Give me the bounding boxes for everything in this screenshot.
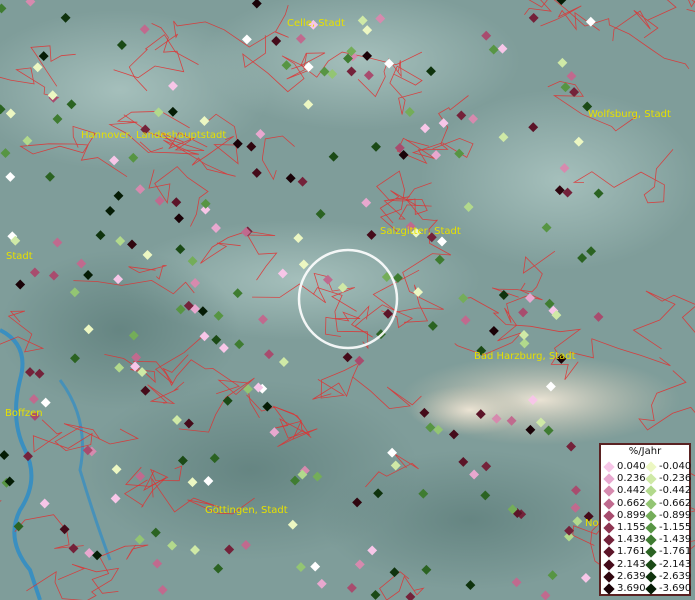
legend-swatch xyxy=(645,534,657,546)
legend-value: -1.439 xyxy=(659,534,692,546)
legend-swatch xyxy=(603,534,615,546)
legend-swatch xyxy=(645,510,657,522)
city-label: Bad Harzburg, Stadt xyxy=(474,351,576,362)
legend-value: 1.439 xyxy=(617,534,646,546)
legend-swatch xyxy=(603,497,615,510)
legend-swatch xyxy=(603,485,615,498)
legend-swatch xyxy=(645,583,657,595)
city-label: Celle, Stadt xyxy=(287,18,345,29)
legend-swatch xyxy=(645,473,657,485)
legend-swatch xyxy=(645,571,657,583)
legend-value: 0.899 xyxy=(617,509,646,521)
legend-value: 0.662 xyxy=(617,497,646,509)
legend: %/Jahr 0.040 -0.040 0.236 -0.236 0.442 -0.442… xyxy=(599,443,691,596)
legend-swatch xyxy=(603,558,615,571)
legend-value: 2.143 xyxy=(617,558,646,570)
legend-swatch xyxy=(645,485,657,498)
legend-swatch xyxy=(603,461,615,473)
legend-value: 2.639 xyxy=(617,570,646,582)
legend-value: -0.040 xyxy=(659,461,692,472)
legend-value: -0.662 xyxy=(659,497,692,509)
legend-swatch xyxy=(603,510,615,522)
legend-value: -2.639 xyxy=(659,570,692,582)
city-label: Göttingen, Stadt xyxy=(205,505,288,516)
legend-swatch xyxy=(645,461,657,473)
legend-swatch xyxy=(645,546,657,559)
city-label: Hannover, Landeshauptstadt xyxy=(81,130,227,141)
legend-value: -0.442 xyxy=(659,485,692,497)
city-label: Boffzen xyxy=(5,408,43,419)
legend-swatch xyxy=(603,473,615,485)
legend-swatch xyxy=(603,546,615,559)
legend-swatch xyxy=(603,571,615,583)
legend-value: -3.690 xyxy=(659,583,692,594)
legend-value: 0.442 xyxy=(617,485,646,497)
legend-value: 0.236 xyxy=(617,473,646,485)
legend-swatch xyxy=(645,522,657,534)
city-label: Stadt xyxy=(6,251,33,262)
terrain-basemap xyxy=(0,0,695,600)
legend-swatch xyxy=(645,497,657,510)
legend-value: -2.143 xyxy=(659,558,692,570)
legend-title: %/Jahr xyxy=(628,446,662,457)
legend-swatch xyxy=(645,558,657,571)
legend-value: 0.040 xyxy=(617,461,646,472)
legend-swatch xyxy=(603,583,615,595)
legend-value: -0.899 xyxy=(659,509,692,521)
legend-value: 1.761 xyxy=(617,546,646,558)
city-label: Wolfsburg, Stadt xyxy=(588,109,671,120)
city-label: No xyxy=(585,518,599,529)
city-label: Salzgitter, Stadt xyxy=(380,226,461,237)
legend-value: -1.761 xyxy=(659,546,692,558)
legend-value: -0.236 xyxy=(659,473,692,485)
legend-value: 1.155 xyxy=(617,522,646,533)
legend-value: -1.155 xyxy=(659,522,692,533)
map-view[interactable]: Celle, Stadt Wolfsburg, Stadt Hannover, … xyxy=(0,0,695,600)
legend-swatch xyxy=(603,522,615,534)
legend-value: 3.690 xyxy=(617,583,646,594)
